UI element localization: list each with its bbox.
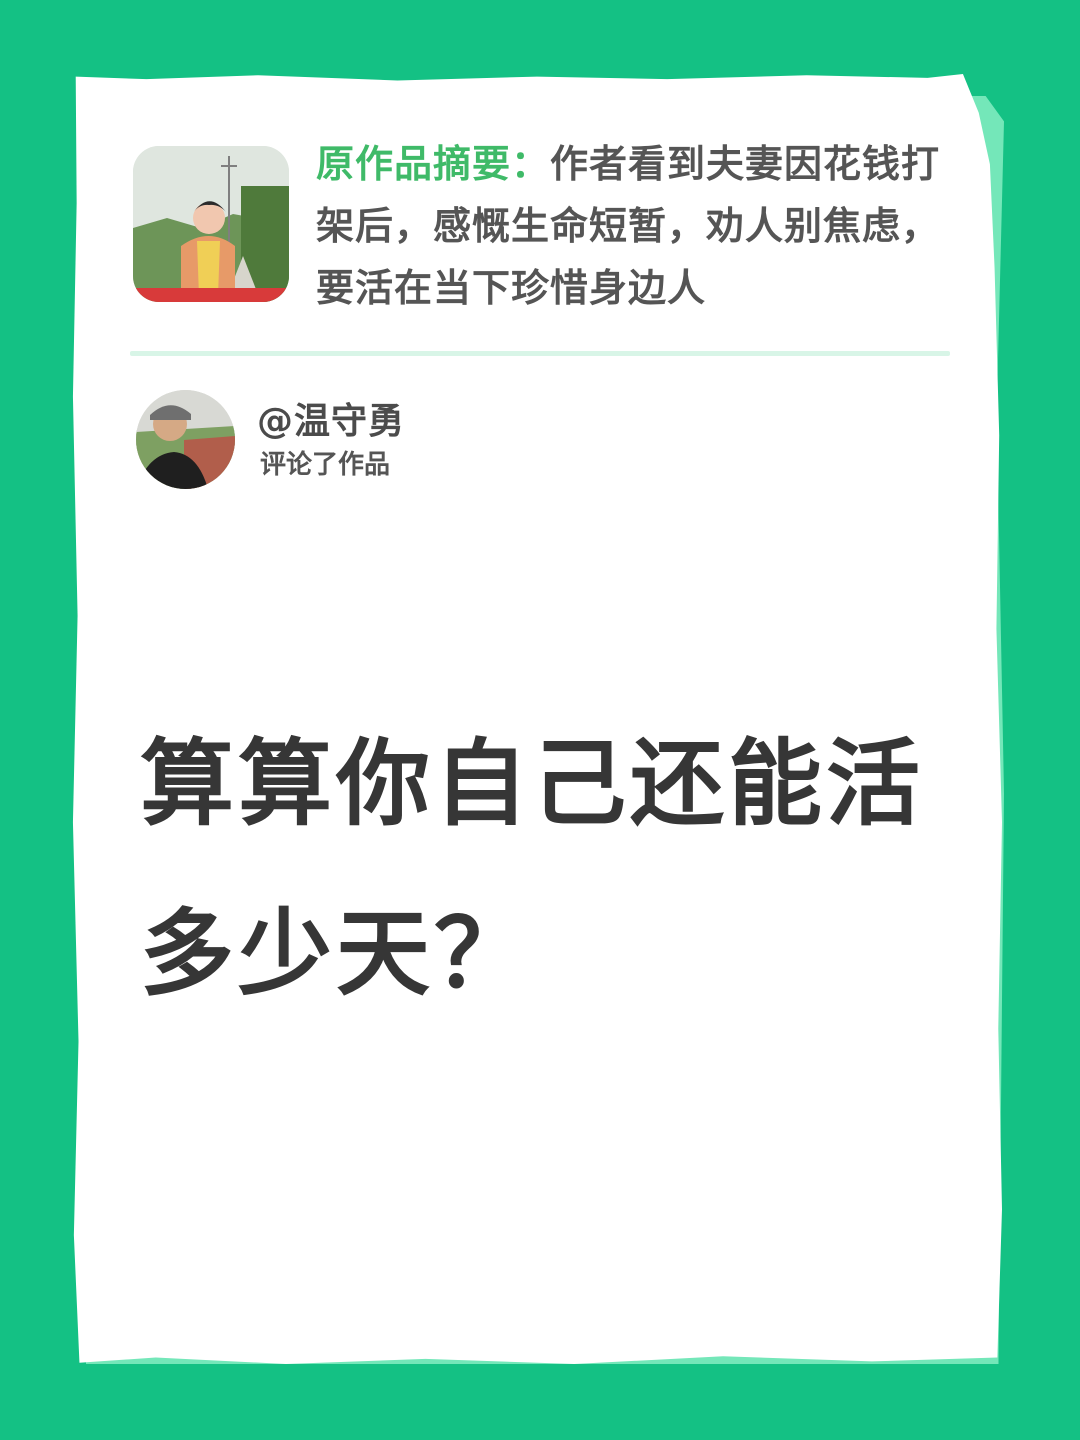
comment-text: 算算你自己还能活多少天？ — [140, 730, 925, 1009]
section-divider — [130, 351, 950, 356]
comment-action-text: 评论了作品 — [260, 450, 391, 480]
commenter-username[interactable]: @温守勇 — [257, 398, 405, 446]
original-work-thumbnail[interactable] — [133, 146, 289, 302]
summary-label: 原作品摘要： — [316, 142, 551, 186]
commenter-avatar[interactable] — [136, 390, 235, 489]
original-work-summary: 原作品摘要：作者看到夫妻因花钱打架后，感慨生命短暂，劝人别焦虑，要活在当下珍惜身… — [316, 133, 966, 319]
